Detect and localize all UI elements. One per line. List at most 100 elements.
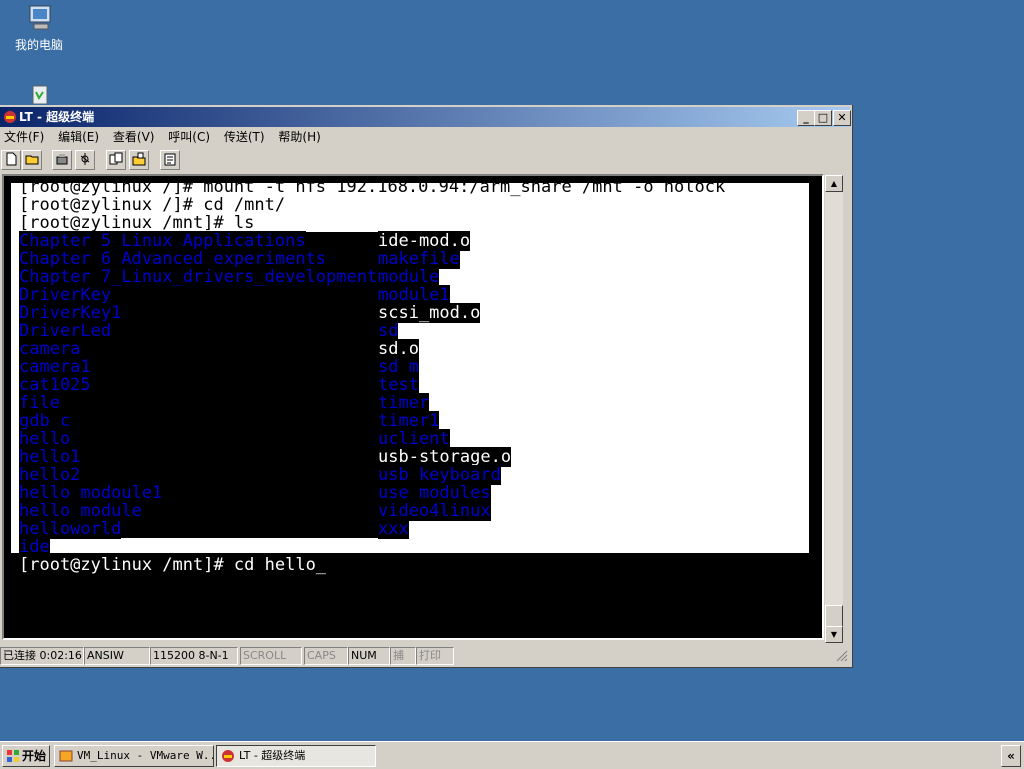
- taskbar-item-hyperterminal[interactable]: LT - 超级终端: [216, 745, 376, 767]
- file-name: hello_module: [19, 501, 142, 521]
- ls-entry: helloworld: [19, 519, 379, 539]
- ls-entry: module: [378, 267, 440, 287]
- file-name: Chapter_7_Linux_drivers_development: [19, 267, 378, 287]
- file-name: camera1: [19, 357, 91, 377]
- new-file-icon: [6, 152, 17, 166]
- resize-grip-icon[interactable]: [836, 650, 848, 662]
- terminal-frame: [root@zylinux /]# mount -t nfs 192.168.0…: [2, 174, 824, 640]
- status-scroll: SCROLL: [240, 647, 302, 665]
- terminal-black-block: [80, 466, 379, 484]
- terminal-screen[interactable]: [root@zylinux /]# mount -t nfs 192.168.0…: [7, 178, 818, 634]
- file-name: use_modules: [378, 483, 491, 503]
- terminal-black-block: [162, 484, 379, 502]
- start-button[interactable]: 开始: [2, 745, 50, 767]
- ls-entry: Chapter_7_Linux_drivers_development: [19, 267, 380, 287]
- menu-file[interactable]: 文件(F): [0, 128, 47, 146]
- terminal-line-text: [root@zylinux /]# cd /mnt/: [19, 195, 286, 215]
- ls-entry: ide: [19, 537, 50, 557]
- menu-edit[interactable]: 编辑(E): [54, 128, 102, 146]
- send-button[interactable]: [106, 150, 126, 170]
- ls-entry: xxx: [378, 519, 409, 539]
- terminal-black-block: [121, 520, 379, 538]
- terminal-black-block: [70, 430, 379, 448]
- file-name: scsi_mod.o: [378, 303, 481, 323]
- file-name: timer1: [378, 411, 440, 431]
- properties-button[interactable]: [160, 150, 180, 170]
- vertical-scrollbar[interactable]: ▲ ▼: [825, 175, 843, 643]
- ls-entry: sd_m: [378, 357, 419, 377]
- taskbar-item-hyperterminal-label: LT - 超级终端: [239, 749, 306, 762]
- file-name: DriverKey: [19, 285, 112, 305]
- terminal-command-line: [root@zylinux /]# cd /mnt/: [19, 196, 285, 214]
- menu-view[interactable]: 查看(V): [109, 128, 158, 146]
- file-name: uclient: [378, 429, 450, 449]
- ls-entry: makefile: [378, 249, 460, 269]
- title-bar[interactable]: LT - 超级终端 _ □ ✕: [0, 107, 851, 127]
- file-name: module: [378, 267, 440, 287]
- recycle-bin-desktop-icon[interactable]: [4, 82, 74, 106]
- menu-help[interactable]: 帮助(H): [274, 128, 323, 146]
- status-print: 打印: [416, 647, 454, 665]
- windows-logo-icon: [7, 750, 19, 762]
- terminal-black-block: [326, 250, 380, 268]
- menu-transfer[interactable]: 传送(T): [220, 128, 268, 146]
- ls-entry: Chapter_6_Advanced_experiments: [19, 249, 380, 269]
- file-name: module1: [378, 285, 450, 305]
- taskbar-item-vmware[interactable]: VM_Linux - VMware W...: [54, 745, 214, 767]
- file-name: usb_keyboard: [378, 465, 501, 485]
- file-name: gdb_c: [19, 411, 71, 431]
- properties-icon: [164, 153, 176, 166]
- ls-entry: test: [378, 375, 419, 395]
- terminal-prompt-line[interactable]: [root@zylinux /mnt]# cd hello_: [19, 556, 326, 574]
- terminal-black-block: [111, 286, 379, 304]
- terminal-black-block: [141, 502, 379, 520]
- status-port: 115200 8-N-1: [150, 647, 238, 665]
- ls-entry: video4linux: [378, 501, 491, 521]
- my-computer-desktop-icon[interactable]: 我的电脑: [4, 4, 74, 53]
- phone-app-icon: [3, 110, 17, 124]
- file-name: usb-storage.o: [378, 447, 512, 467]
- file-name: xxx: [378, 519, 409, 539]
- terminal-black-block: [59, 394, 379, 412]
- terminal-line-text: [root@zylinux /mnt]# ls: [19, 213, 255, 233]
- file-name: test: [378, 375, 419, 395]
- file-name: cat1025: [19, 375, 91, 395]
- terminal-command-line: [root@zylinux /]# mount -t nfs 192.168.0…: [19, 178, 725, 196]
- file-name: hello: [19, 429, 71, 449]
- call-button[interactable]: [52, 150, 72, 170]
- ls-entry: DriverLed: [19, 321, 379, 341]
- ls-entry: DriverKey1: [19, 303, 379, 323]
- scroll-thumb[interactable]: [825, 605, 843, 627]
- ls-entry: camera: [19, 339, 379, 359]
- file-name: DriverLed: [19, 321, 112, 341]
- minimize-button[interactable]: _: [797, 110, 815, 126]
- new-file-button[interactable]: [1, 150, 21, 170]
- disconnect-button[interactable]: [75, 150, 95, 170]
- phone-app-icon: [222, 750, 234, 762]
- menu-call[interactable]: 呼叫(C): [164, 128, 213, 146]
- ls-entry: usb-storage.o: [378, 447, 512, 467]
- tray-expand-button[interactable]: «: [1001, 745, 1021, 767]
- scroll-down-button[interactable]: ▼: [825, 626, 843, 643]
- terminal-black-block: [111, 322, 379, 340]
- file-name: video4linux: [378, 501, 491, 521]
- ls-entry: sd: [378, 321, 399, 341]
- start-label: 开始: [22, 749, 47, 763]
- status-connected: 已连接 0:02:16: [0, 647, 84, 665]
- hyperterminal-window: LT - 超级终端 _ □ ✕ 文件(F) 编辑(E) 查看(V) 呼叫(C) …: [0, 105, 853, 668]
- scroll-up-button[interactable]: ▲: [825, 175, 843, 192]
- close-button[interactable]: ✕: [833, 110, 851, 126]
- maximize-button[interactable]: □: [814, 110, 832, 126]
- send-file-icon: [109, 152, 123, 165]
- ls-entry: usb_keyboard: [378, 465, 501, 485]
- file-name: timer: [378, 393, 430, 413]
- open-button[interactable]: [22, 150, 42, 170]
- file-name: DriverKey1: [19, 303, 122, 323]
- ls-entry: module1: [378, 285, 450, 305]
- file-name: sd_m: [378, 357, 419, 377]
- disconnect-icon: [80, 153, 90, 165]
- ls-entry: timer1: [378, 411, 440, 431]
- ls-entry: hello_module: [19, 501, 379, 521]
- terminal-black-block: [90, 358, 379, 376]
- receive-button[interactable]: [129, 150, 149, 170]
